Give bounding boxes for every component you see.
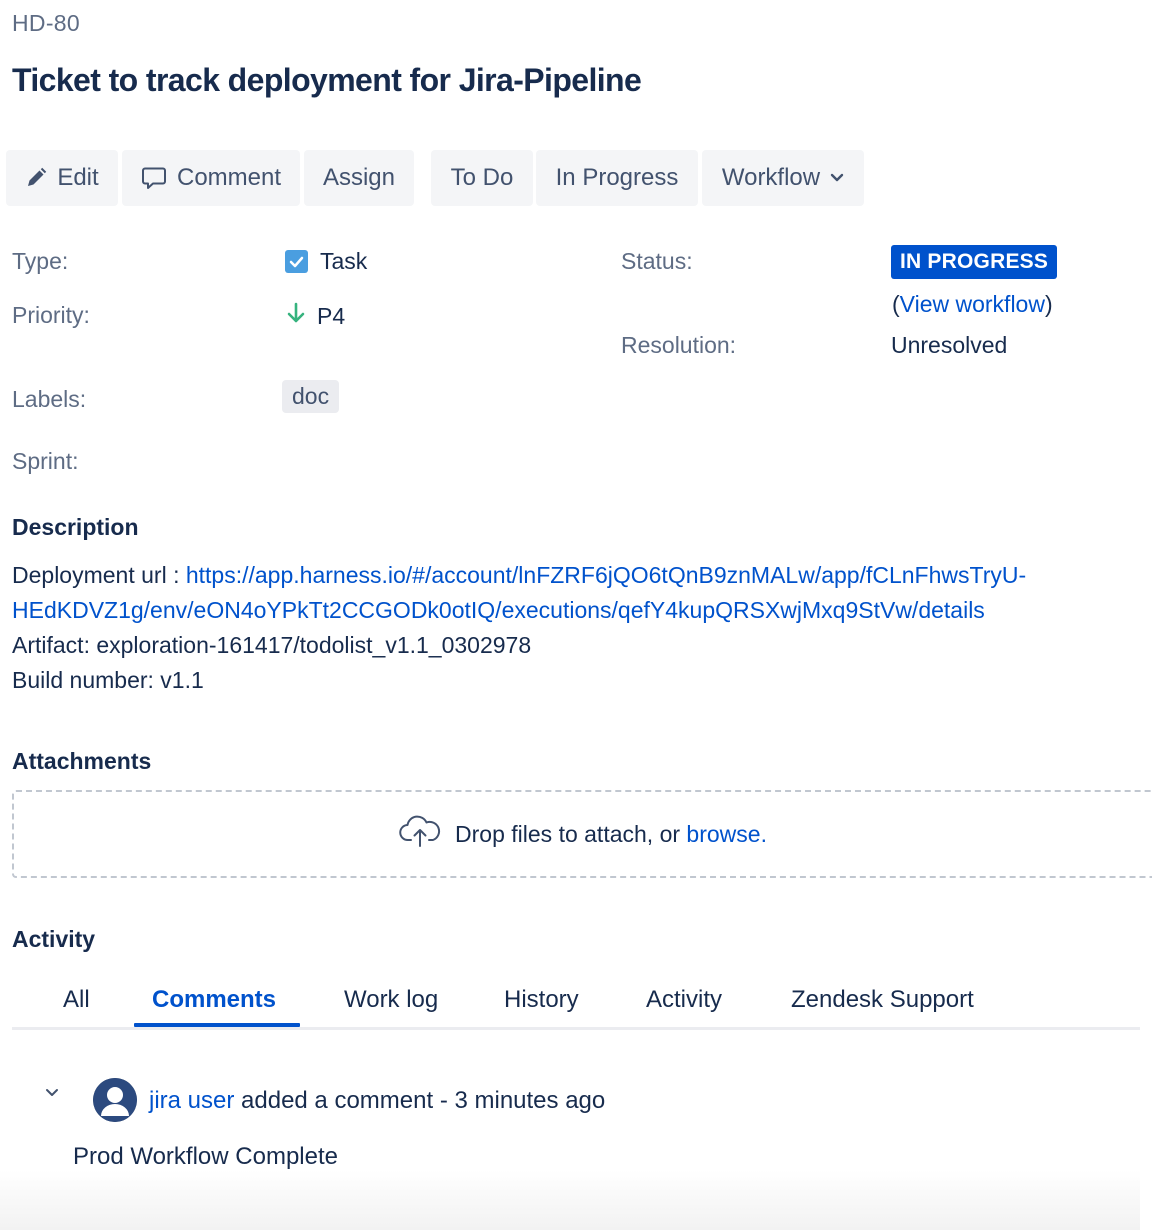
sprint-label: Sprint: — [12, 448, 79, 474]
workflow-dropdown-label: Workflow — [721, 164, 821, 191]
assign-button[interactable]: Assign — [304, 150, 414, 206]
deployment-url-link-part1[interactable]: https://app.harness.io/#/account/lnFZRF6… — [186, 562, 1026, 588]
arrow-down-icon — [287, 302, 305, 330]
chevron-down-icon[interactable] — [44, 1086, 60, 1104]
todo-button[interactable]: To Do — [431, 150, 533, 206]
tab-work-log[interactable]: Work log — [344, 986, 438, 1014]
resolution-value: Unresolved — [891, 332, 1008, 358]
comment-button-label: Comment — [176, 164, 282, 191]
tab-all[interactable]: All — [63, 986, 90, 1014]
bottom-fade — [0, 1170, 1140, 1230]
pencil-icon — [25, 167, 47, 189]
priority-value-text: P4 — [317, 302, 346, 329]
deployment-url-line-2: HEdKDVZ1g/env/eON4oYPkTt2CCGODk0otIQ/exe… — [12, 593, 1152, 628]
labels-label: Labels: — [12, 386, 87, 412]
attachments-heading: Attachments — [12, 748, 152, 774]
activity-heading: Activity — [12, 926, 96, 952]
chevron-down-icon — [830, 173, 844, 183]
edit-button[interactable]: Edit — [6, 150, 118, 206]
tab-zendesk-support[interactable]: Zendesk Support — [791, 986, 974, 1014]
speech-bubble-icon — [141, 165, 167, 191]
issue-key[interactable]: HD-80 — [12, 10, 80, 37]
edit-button-label: Edit — [57, 164, 99, 191]
drop-text: Drop files to attach, or browse. — [455, 821, 767, 848]
tab-activity[interactable]: Activity — [646, 986, 722, 1014]
deployment-url-prefix: Deployment url : — [12, 562, 186, 588]
priority-label: Priority: — [12, 302, 90, 328]
issue-title[interactable]: Ticket to track deployment for Jira-Pipe… — [12, 62, 642, 99]
priority-value: P4 — [287, 302, 345, 330]
type-value-text: Task — [320, 248, 368, 274]
cloud-upload-icon — [399, 814, 441, 854]
deployment-url-link-part2[interactable]: HEdKDVZ1g/env/eON4oYPkTt2CCGODk0otIQ/exe… — [12, 597, 985, 623]
deployment-url-line: Deployment url : https://app.harness.io/… — [12, 558, 1152, 593]
tab-comments[interactable]: Comments — [152, 986, 276, 1014]
build-number-line: Build number: v1.1 — [12, 667, 204, 693]
type-value: Task — [285, 248, 367, 275]
comment-author-link[interactable]: jira user — [149, 1087, 234, 1114]
tab-history[interactable]: History — [504, 986, 579, 1014]
in-progress-button-label: In Progress — [555, 164, 679, 191]
comment-button[interactable]: Comment — [122, 150, 300, 206]
view-workflow-link[interactable]: View workflow — [900, 291, 1045, 317]
comment-action-text: added a comment - 3 minutes ago — [234, 1087, 606, 1114]
activity-tabs: All Comments Work log History Activity Z… — [12, 972, 1140, 1030]
comment-header: jira user added a comment - 3 minutes ag… — [149, 1087, 605, 1115]
user-avatar-icon[interactable] — [93, 1078, 137, 1122]
active-tab-indicator — [134, 1023, 300, 1027]
description-heading: Description — [12, 514, 139, 540]
view-workflow-close: ) — [1044, 291, 1053, 317]
description-body[interactable]: Deployment url : https://app.harness.io/… — [12, 558, 1152, 698]
in-progress-button[interactable]: In Progress — [536, 150, 698, 206]
attachment-dropzone[interactable]: Drop files to attach, or browse. — [12, 790, 1152, 878]
browse-link[interactable]: browse. — [686, 821, 767, 847]
comment-body: Prod Workflow Complete — [73, 1143, 338, 1170]
assign-button-label: Assign — [322, 164, 396, 191]
checkbox-icon — [285, 250, 308, 273]
view-workflow: (View workflow) — [892, 291, 1053, 318]
workflow-dropdown[interactable]: Workflow — [702, 150, 864, 206]
status-label: Status: — [621, 248, 693, 274]
label-tag-doc[interactable]: doc — [282, 380, 340, 413]
type-label: Type: — [12, 248, 69, 274]
view-workflow-open: ( — [892, 291, 900, 317]
todo-button-label: To Do — [450, 164, 514, 191]
status-badge: IN PROGRESS — [891, 245, 1058, 279]
artifact-line: Artifact: exploration-161417/todolist_v1… — [12, 632, 532, 658]
resolution-label: Resolution: — [621, 332, 737, 358]
drop-text-label: Drop files to attach, or — [455, 820, 687, 847]
